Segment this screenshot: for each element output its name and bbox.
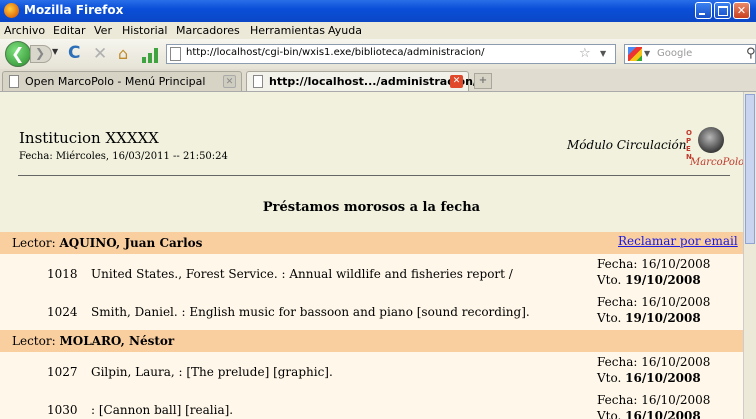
menu-archivo[interactable]: Archivo bbox=[4, 24, 45, 37]
tab-menu-principal[interactable]: Open MarcoPolo - Menú Principal ✕ bbox=[2, 71, 242, 91]
forward-arrow-icon: ❯ bbox=[35, 46, 46, 60]
search-box[interactable]: ▼ Google ⚲ bbox=[624, 44, 756, 64]
marcopolo-logo: OPEN MarcoPolo bbox=[686, 127, 743, 172]
close-window-button[interactable]: ✕ bbox=[733, 2, 750, 19]
due-value: 16/10/2008 bbox=[625, 371, 701, 385]
reader-prefix: Lector: bbox=[12, 236, 56, 250]
history-dropdown-icon[interactable]: ▼ bbox=[52, 47, 58, 56]
loan-id: 1018 bbox=[47, 267, 78, 281]
date-line: Fecha: Miércoles, 16/03/2011 -- 21:50:24 bbox=[19, 151, 228, 162]
search-engine-icon[interactable] bbox=[628, 47, 642, 61]
due-prefix: Vto. bbox=[597, 371, 622, 385]
due-value: 16/10/2008 bbox=[625, 409, 701, 419]
navigation-toolbar: ❮ ❯ ▼ C ✕ ⌂ http://localhost/cgi-bin/wxi… bbox=[0, 39, 756, 69]
menu-bar: Archivo Editar Ver Historial Marcadores … bbox=[0, 22, 756, 39]
due-prefix: Vto. bbox=[597, 409, 622, 419]
page-icon bbox=[253, 75, 263, 88]
tab-label: http://localhost.../administracion/ bbox=[269, 75, 477, 88]
page-content: Institucion XXXXX Fecha: Miércoles, 16/0… bbox=[0, 92, 743, 419]
vertical-scrollbar[interactable] bbox=[743, 92, 756, 419]
loan-due-date: Vto. 19/10/2008 bbox=[597, 311, 701, 325]
menu-herramientas[interactable]: Herramientas bbox=[250, 24, 325, 37]
tab-label: Open MarcoPolo - Menú Principal bbox=[25, 75, 206, 88]
maximize-icon bbox=[715, 3, 730, 18]
signal-bars-icon[interactable] bbox=[142, 47, 160, 63]
report-title: Préstamos morosos a la fecha bbox=[262, 200, 481, 215]
home-icon[interactable]: ⌂ bbox=[118, 44, 128, 63]
module-name: Módulo Circulación bbox=[567, 138, 687, 152]
loan-date: Fecha: 16/10/2008 bbox=[597, 393, 711, 407]
minimize-button[interactable] bbox=[695, 2, 712, 19]
loan-row: 1030 : [Cannon ball] [realia]. Fecha: 16/1… bbox=[0, 390, 743, 419]
menu-marcadores[interactable]: Marcadores bbox=[176, 24, 240, 37]
loan-date: Fecha: 16/10/2008 bbox=[597, 257, 711, 271]
firefox-logo-icon bbox=[4, 3, 19, 18]
page-icon bbox=[170, 47, 181, 61]
scrollbar-thumb[interactable] bbox=[745, 94, 755, 244]
forward-button[interactable]: ❯ bbox=[30, 45, 52, 63]
stop-icon[interactable]: ✕ bbox=[93, 44, 107, 64]
loan-id: 1027 bbox=[47, 365, 78, 379]
search-placeholder[interactable]: Google bbox=[657, 48, 692, 59]
url-bar[interactable]: http://localhost/cgi-bin/wxis1.exe/bibli… bbox=[166, 44, 616, 64]
loan-id: 1024 bbox=[47, 305, 78, 319]
loan-id: 1030 bbox=[47, 403, 78, 417]
loan-description: Gilpin, Laura, : [The prelude] [graphic]… bbox=[91, 365, 333, 379]
loan-due-date: Vto. 19/10/2008 bbox=[597, 273, 701, 287]
loan-description: Smith, Daniel. : English music for basso… bbox=[91, 305, 530, 319]
loan-due-date: Vto. 16/10/2008 bbox=[597, 409, 701, 419]
close-tab-icon[interactable]: ✕ bbox=[450, 75, 463, 88]
menu-historial[interactable]: Historial bbox=[122, 24, 167, 37]
close-tab-icon[interactable]: ✕ bbox=[223, 75, 236, 88]
browser-window: Mozilla Firefox ✕ Archivo Editar Ver His… bbox=[0, 0, 756, 419]
claim-email-link[interactable]: Reclamar por email bbox=[618, 234, 738, 248]
maximize-button[interactable] bbox=[714, 2, 731, 19]
reader-name: AQUINO, Juan Carlos bbox=[59, 236, 203, 250]
reader-row: Lector: MOLARO, Néstor bbox=[0, 330, 743, 352]
header-divider bbox=[18, 175, 730, 176]
search-icon[interactable]: ⚲ bbox=[746, 46, 756, 61]
loan-row: 1027 Gilpin, Laura, : [The prelude] [grap… bbox=[0, 352, 743, 390]
loan-description: United States., Forest Service. : Annual… bbox=[91, 267, 513, 281]
reader-name: MOLARO, Néstor bbox=[59, 334, 175, 348]
tab-administracion[interactable]: http://localhost.../administracion/ ✕ bbox=[246, 71, 477, 91]
url-text[interactable]: http://localhost/cgi-bin/wxis1.exe/bibli… bbox=[186, 47, 485, 58]
logo-head-icon bbox=[698, 127, 724, 153]
reader-prefix: Lector: bbox=[12, 334, 56, 348]
close-icon: ✕ bbox=[736, 4, 747, 17]
reload-icon[interactable]: C bbox=[68, 43, 80, 63]
bookmark-star-icon[interactable]: ☆ bbox=[579, 46, 591, 61]
due-value: 19/10/2008 bbox=[625, 273, 701, 287]
institution-name: Institucion XXXXX bbox=[19, 129, 159, 147]
menu-ver[interactable]: Ver bbox=[94, 24, 112, 37]
back-button[interactable]: ❮ bbox=[5, 41, 31, 67]
reader-label: Lector: MOLARO, Néstor bbox=[12, 334, 174, 348]
back-arrow-icon: ❮ bbox=[11, 44, 25, 63]
page-icon bbox=[9, 75, 19, 88]
loan-due-date: Vto. 16/10/2008 bbox=[597, 371, 701, 385]
logo-caption: MarcoPolo bbox=[690, 157, 743, 168]
url-dropdown-icon[interactable]: ▼ bbox=[600, 49, 606, 58]
due-prefix: Vto. bbox=[597, 311, 622, 325]
menu-ayuda[interactable]: Ayuda bbox=[328, 24, 362, 37]
loan-date: Fecha: 16/10/2008 bbox=[597, 295, 711, 309]
minimize-icon bbox=[696, 3, 711, 18]
due-value: 19/10/2008 bbox=[625, 311, 701, 325]
tab-bar: Open MarcoPolo - Menú Principal ✕ http:/… bbox=[0, 69, 756, 92]
new-tab-button[interactable]: + bbox=[474, 73, 492, 89]
reader-label: Lector: AQUINO, Juan Carlos bbox=[12, 236, 202, 250]
loan-date: Fecha: 16/10/2008 bbox=[597, 355, 711, 369]
title-bar: Mozilla Firefox ✕ bbox=[0, 0, 756, 22]
menu-editar[interactable]: Editar bbox=[53, 24, 86, 37]
loan-description: : [Cannon ball] [realia]. bbox=[91, 403, 234, 417]
loan-row: 1018 United States., Forest Service. : An… bbox=[0, 254, 743, 292]
due-prefix: Vto. bbox=[597, 273, 622, 287]
loan-row: 1024 Smith, Daniel. : English music for b… bbox=[0, 292, 743, 330]
window-title: Mozilla Firefox bbox=[24, 3, 124, 17]
search-engine-dropdown-icon[interactable]: ▼ bbox=[644, 49, 650, 58]
